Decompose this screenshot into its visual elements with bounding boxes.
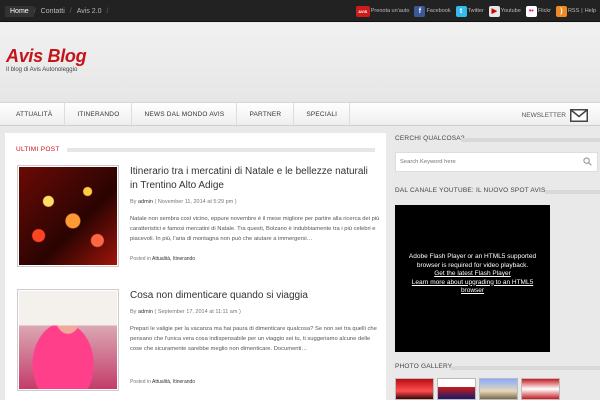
search-input[interactable] [400,153,570,171]
posted-in-label: Posted in [130,256,151,262]
social-label: Youtube [500,8,521,14]
video-player[interactable]: Adobe Flash Player or an HTML5 supported… [395,205,550,352]
post-excerpt: Prepari le valigie per la vacanza ma hai… [130,326,377,352]
gallery-thumbnail[interactable] [395,378,434,400]
twitter-icon: t [455,5,467,17]
section-divider [67,148,375,152]
post-excerpt: Natale non sembra così vicino, eppure no… [130,216,380,242]
top-nav-contatti[interactable]: Contatti [36,8,70,15]
post-meta: By admin ( September 17, 2014 at 11:11 a… [130,309,241,315]
post-thumbnail[interactable] [17,165,119,267]
nav-item-attualita[interactable]: ATTUALITÀ [4,103,66,127]
post-category-links[interactable]: Attualità, Itinerando [152,379,195,385]
search-icon[interactable] [583,157,592,166]
main-nav-items: ATTUALITÀ ITINERANDO NEWS DAL MONDO AVIS… [4,103,351,127]
facebook-icon: f [414,5,426,17]
main-content: ULTIMI POST Itinerario tra i mercatini d… [5,133,386,400]
social-link-flickr[interactable]: •• Flickr [525,5,551,17]
posted-in-label: Posted in [130,379,151,385]
html5-upgrade-link[interactable]: Learn more about upgrading to an HTML5 [395,279,550,288]
social-label: Twitter [467,8,484,14]
social-separator: | [581,8,583,14]
widget-divider [545,190,600,194]
gallery-widget-title: PHOTO GALLERY [395,363,453,370]
social-link-rss[interactable]: ) RSS [555,5,580,17]
rss-icon: ) [555,5,567,17]
post-categories: Posted in Attualità, Itinerando [130,256,195,262]
post-thumbnail[interactable] [17,289,119,391]
nav-item-news[interactable]: NEWS DAL MONDO AVIS [132,103,238,127]
section-title: ULTIMI POST [16,146,60,153]
flickr-icon: •• [525,5,537,17]
video-widget-title: DAL CANALE YOUTUBE: IL NUOVO SPOT AVIS [395,187,546,194]
gallery-thumbnail[interactable] [479,378,518,400]
post-image-christmas-market [19,167,117,265]
main-nav: ATTUALITÀ ITINERANDO NEWS DAL MONDO AVIS… [0,102,600,127]
envelope-icon [570,108,588,122]
photo-gallery [395,378,600,400]
youtube-icon: ▶ [488,5,500,17]
site-tagline: Il blog di Avis Autonoleggio [6,67,78,73]
search-widget-title: CERCHI QUALCOSA? [395,135,465,142]
social-link-youtube[interactable]: ▶ Youtube [488,5,521,17]
get-flash-link[interactable]: Get the latest Flash Player [395,270,550,279]
post-by: By [130,309,137,315]
post-image-suitcase [19,291,117,389]
nav-item-partner[interactable]: PARTNER [237,103,295,127]
social-label: Facebook [426,8,451,14]
widget-divider [451,366,600,370]
post-title[interactable]: Cosa non dimenticare quando si viaggia [130,289,375,303]
post-categories: Posted in Attualità, Itinerando [130,379,195,385]
top-nav-separator: / [106,7,109,15]
social-links: AVIS Prenota un'auto f Facebook t Twitte… [353,0,596,22]
help-link[interactable]: Help [585,8,596,14]
nav-item-speciali[interactable]: SPECIALI [294,103,351,127]
site-logo[interactable]: Avis Blog [6,46,87,67]
post-category-links[interactable]: Attualità, Itinerando [152,256,195,262]
gallery-thumbnail[interactable] [437,378,476,400]
gallery-thumbnail[interactable] [521,378,560,400]
post-meta: By admin ( November 11, 2014 at 5:29 pm … [130,199,237,205]
avis-icon: AVIS [355,5,370,17]
top-bar: Home / Contatti / Avis 2.0 / AVIS Prenot… [0,0,600,22]
social-link-twitter[interactable]: t Twitter [455,5,484,17]
post-author[interactable]: admin [138,199,153,205]
newsletter-label: NEWSLETTER [521,111,566,119]
post-date: ( November 11, 2014 at 5:29 pm ) [154,199,237,205]
video-message-line: Adobe Flash Player or an HTML5 supported [408,253,537,260]
post-by: By [130,199,137,205]
search-box [395,152,598,172]
newsletter-link[interactable]: NEWSLETTER [522,103,588,127]
post-title[interactable]: Itinerario tra i mercatini di Natale e l… [130,165,375,193]
top-nav-avis-2[interactable]: Avis 2.0 [72,8,107,15]
video-message-line: browser is required for video playback. [416,261,529,269]
social-label: Prenota un'auto [370,8,410,14]
social-label: Flickr [537,8,551,14]
site-header: Avis Blog Il blog di Avis Autonoleggio [0,23,600,102]
social-link-prenota[interactable]: AVIS Prenota un'auto [355,5,410,17]
nav-item-itinerando[interactable]: ITINERANDO [65,103,133,127]
top-nav: Home / Contatti / Avis 2.0 / [5,0,108,22]
rss-label: RSS [567,8,580,14]
social-link-facebook[interactable]: f Facebook [414,5,451,17]
html5-upgrade-link[interactable]: browser [395,287,550,296]
top-nav-home[interactable]: Home [5,5,34,17]
post-author[interactable]: admin [138,309,153,315]
post-date: ( September 17, 2014 at 11:11 am ) [154,309,241,315]
widget-divider [461,138,600,142]
sidebar: CERCHI QUALCOSA? DAL CANALE YOUTUBE: IL … [395,133,600,400]
